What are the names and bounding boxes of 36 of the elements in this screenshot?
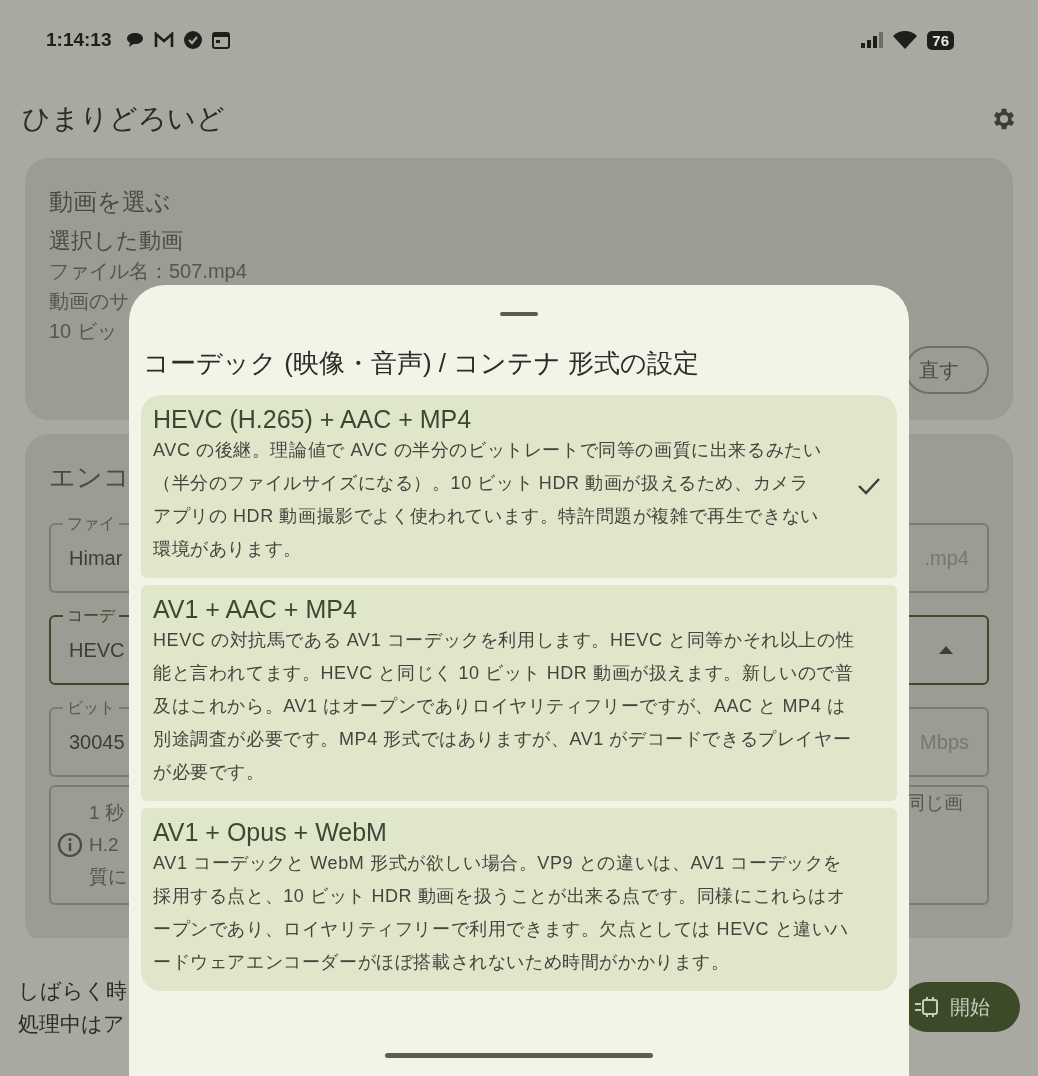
info-text: 1 秒 <box>89 801 124 825</box>
video-info-text: 動画のサ <box>49 289 129 314</box>
codec-option[interactable]: HEVC (H.265) + AAC + MP4 AVC の後継。理論値で AVC の半分のビットレートで同等の画質に出来るみたい（半分のファイルサイズになる）。10 ビット HDR 動画が扱えるため、カメラアプリの HDR 動画撮影でよく使われています。特許問題が複雑で再生できない環境があります。 <box>141 395 897 578</box>
option-description: HEVC の対抗馬である AV1 コーデックを利用します。HEVC と同等かそれ以上の性能と言われてます。HEVC と同じく 10 ビット HDR 動画が扱えます。新しいので普及はこれから。AV1 はオープンでありロイヤリティフリーですが、AAC と MP4 は別途調査が必要です。MP4 形式ではありますが、AV1 がデコードできるプレイヤーが必要です。 <box>153 629 856 784</box>
battery-level: 76 <box>927 30 954 50</box>
notice-text: しばらく時 <box>18 978 127 1004</box>
wifi-icon <box>893 31 918 49</box>
codec-option[interactable]: AV1 + AAC + MP4 HEVC の対抗馬である AV1 コーデックを利用します。HEVC と同等かそれ以上の性能と言われてます。HEVC と同じく 10 ビット HDR 動画が扱えます。新しいので普及はこれから。AV1 はオープンでありロイヤリティフリーですが、AAC と MP4 は別途調査が必要です。MP4 形式ではありますが、AV1 がデコードできるプレイヤーが必要です。 <box>141 585 897 801</box>
codec-option[interactable]: AV1 + Opus + WebM AV1 コーデックと WebM 形式が欲しい場合。VP9 との違いは、AV1 コーデックを採用する点と、10 ビット HDR 動画を扱うことが出来る点です。同様にこれらはオープンであり、ロイヤリティフリーで利用できます。欠点としては HEVC と違いハードウェアエンコーダーがほぼ搭載されないため時間がかかります。 <box>141 808 897 991</box>
field-value: Himar <box>69 546 123 570</box>
video-info-text: ファイル名：507.mp4 <box>49 259 247 284</box>
status-time: 1:14:13 <box>46 29 112 51</box>
option-title: AV1 + Opus + WebM <box>153 818 387 847</box>
option-title: AV1 + AAC + MP4 <box>153 595 357 624</box>
chip-icon <box>914 996 940 1018</box>
card-title: エンコ <box>49 461 130 494</box>
field-value: 30045 <box>69 730 125 754</box>
info-icon <box>57 832 83 858</box>
option-title: HEVC (H.265) + AAC + MP4 <box>153 405 472 434</box>
card-title: 動画を選ぶ <box>49 187 171 217</box>
video-info-text: 10 ビッ <box>49 319 117 344</box>
field-value: HEVC <box>69 638 125 662</box>
notice-text: 処理中はア <box>18 1011 125 1037</box>
option-description: AVC の後継。理論値で AVC の半分のビットレートで同等の画質に出来るみたい（半分のファイルサイズになる）。10 ビット HDR 動画が扱えるため、カメラアプリの HDR 動画撮影でよく使われています。特許問題が複雑で再生できない環境があります。 <box>153 439 823 561</box>
sheet-title: コーデック (映像・音声) / コンテナ 形式の設定 <box>143 347 700 380</box>
signal-icon <box>861 32 884 48</box>
card-subtitle: 選択した動画 <box>49 227 183 255</box>
calendar-icon <box>211 31 230 49</box>
drag-handle[interactable] <box>500 312 538 316</box>
chat-bubble-icon <box>125 32 144 48</box>
app-title: ひまりどろいど <box>22 102 226 136</box>
mail-icon <box>153 32 174 48</box>
option-description: AV1 コーデックと WebM 形式が欲しい場合。VP9 との違いは、AV1 コーデックを採用する点と、10 ビット HDR 動画を扱うことが出来る点です。同様にこれらはオープンであり、ロイヤリティフリーで利用できます。欠点としては HEVC と違いハードウェアエンコーダーがほぼ搭載されないため時間がかかります。 <box>153 852 850 974</box>
info-text: H.2 <box>89 833 119 857</box>
info-text: 質に <box>89 865 127 889</box>
check-circle-icon <box>183 31 202 49</box>
